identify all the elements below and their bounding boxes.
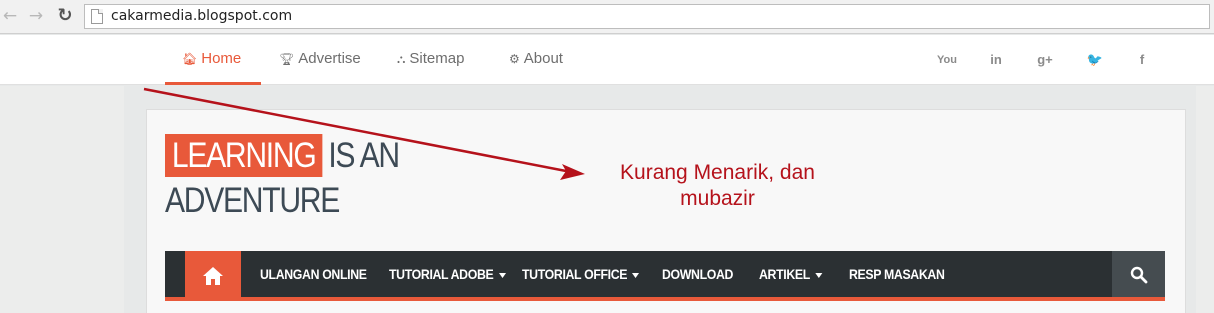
annotation-line1: Kurang Menarik, dan	[620, 161, 815, 184]
annotation-arrow	[143, 87, 585, 180]
annotation-line2: mubazir	[680, 187, 755, 210]
annotation-text: Kurang Menarik, dan mubazir	[590, 160, 845, 212]
